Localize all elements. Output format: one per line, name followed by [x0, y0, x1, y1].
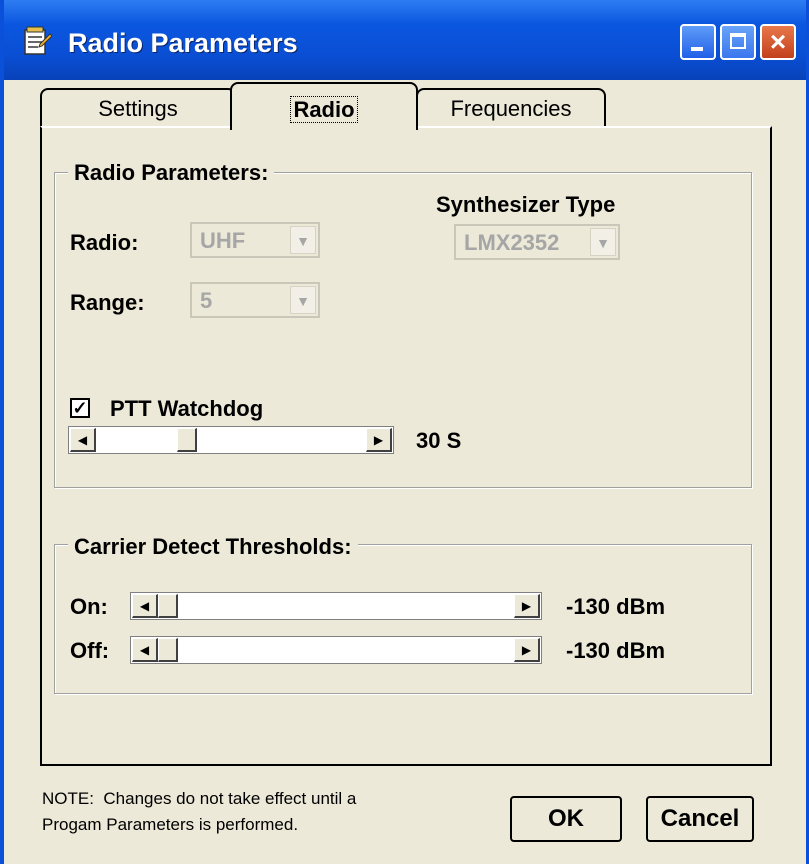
- minimize-button[interactable]: [680, 24, 716, 60]
- ok-button[interactable]: OK: [510, 796, 622, 842]
- dialog-window: Radio Parameters × Settings Frequencies …: [0, 0, 809, 864]
- active-tab-joiner: [232, 124, 416, 130]
- tab-radio-label: Radio: [290, 96, 358, 123]
- close-icon: ×: [769, 26, 787, 57]
- tab-panel-radio: [40, 126, 772, 766]
- tab-settings-label: Settings: [98, 96, 178, 121]
- tab-radio[interactable]: Radio: [230, 82, 418, 130]
- window-title: Radio Parameters: [68, 28, 298, 58]
- cancel-button-label: Cancel: [660, 805, 740, 832]
- title-bar[interactable]: Radio Parameters ×: [4, 0, 806, 80]
- note-text: NOTE: Changes do not take effect until a…: [42, 789, 357, 834]
- tab-frequencies[interactable]: Frequencies: [416, 88, 606, 128]
- maximize-icon: [730, 33, 746, 49]
- tab-frequencies-label: Frequencies: [450, 96, 572, 121]
- maximize-button[interactable]: [720, 24, 756, 60]
- cancel-button[interactable]: Cancel: [646, 796, 754, 842]
- minimize-icon: [691, 47, 703, 51]
- ok-button-label: OK: [548, 805, 584, 832]
- notepad-icon: [24, 26, 52, 55]
- close-button[interactable]: ×: [760, 24, 796, 60]
- tab-settings[interactable]: Settings: [40, 88, 236, 128]
